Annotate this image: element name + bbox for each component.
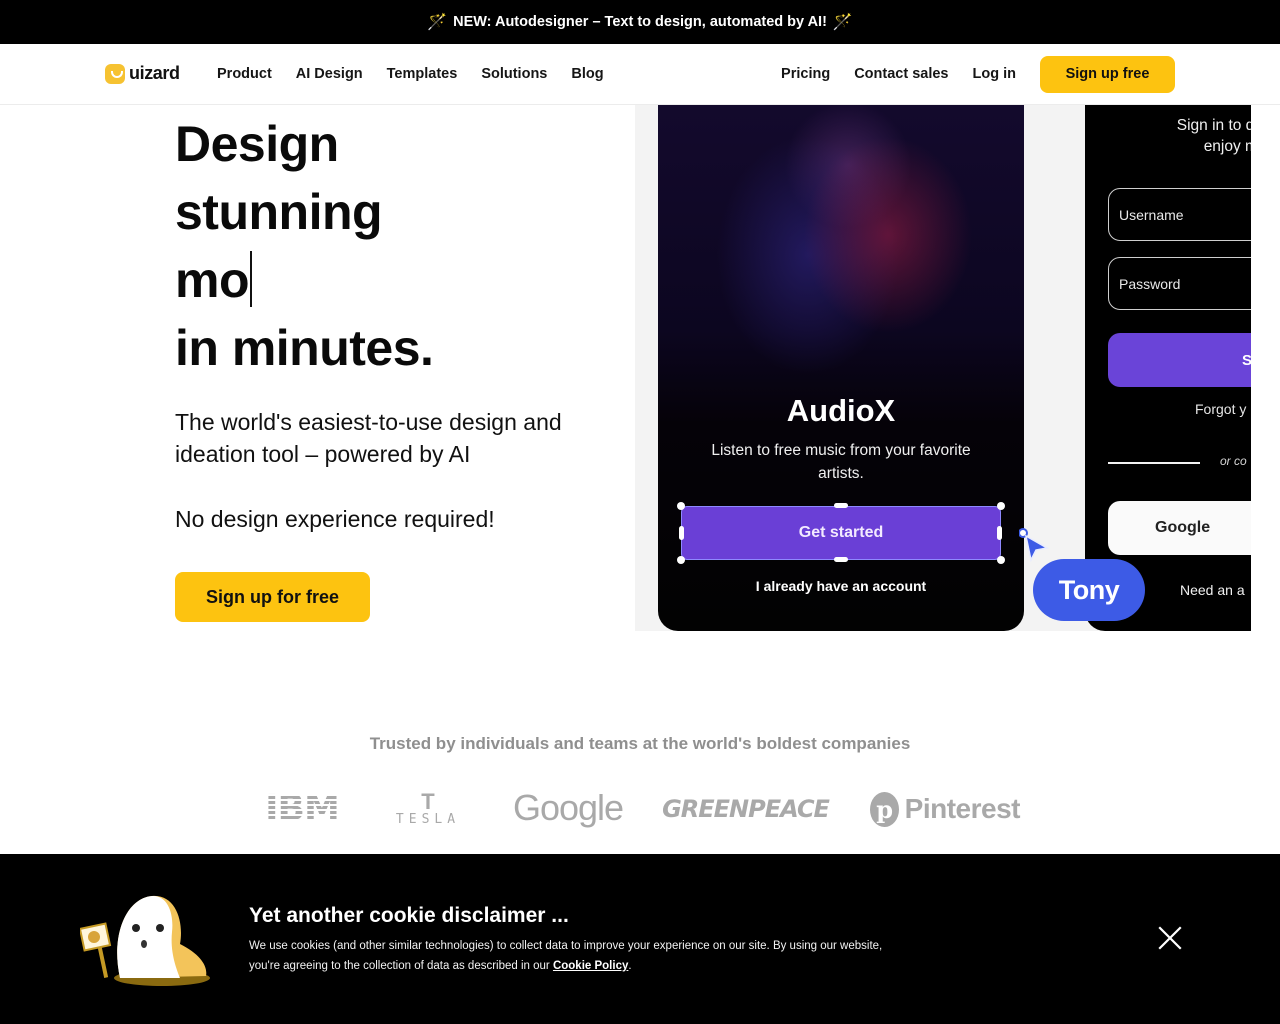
selection-handle[interactable] (997, 502, 1005, 510)
pinterest-logo: p Pinterest (870, 788, 1021, 830)
brand-name: uizard (129, 63, 180, 83)
typing-text: mo (175, 252, 250, 308)
collaborator-cursor-icon (1019, 528, 1050, 562)
nav-ai-design[interactable]: AI Design (296, 66, 363, 82)
hero-title-line: stunning (175, 184, 383, 240)
google-logo: Google (512, 787, 624, 828)
selection-handle[interactable] (679, 526, 684, 540)
magic-wand-icon: 🪄 (832, 14, 853, 31)
close-icon[interactable] (1158, 926, 1182, 950)
hero-title-line-typing: mo (175, 246, 433, 314)
tesla-logo: T TESLA (388, 789, 468, 829)
uizard-smile-icon (105, 63, 125, 84)
magic-wand-icon: 🪄 (427, 14, 448, 31)
mockup-signup-link[interactable]: Need an a (1180, 582, 1245, 598)
selection-handle[interactable] (834, 557, 848, 562)
selection-handle[interactable] (997, 556, 1005, 564)
mockup-get-started-button[interactable]: Get started (681, 506, 1001, 560)
nav-log-in[interactable]: Log in (973, 66, 1017, 82)
ibm-logo: IBM (262, 788, 342, 829)
nav-solutions[interactable]: Solutions (481, 66, 547, 82)
cookie-text-suffix: . (628, 960, 632, 972)
announcement-text: NEW: Autodesigner – Text to design, auto… (453, 14, 827, 30)
product-showcase: AudioX Listen to free music from your fa… (635, 105, 1251, 631)
hero-subtitle-secondary: No design experience required! (175, 506, 495, 532)
nav-pricing[interactable]: Pricing (781, 66, 830, 82)
mockup-password-field[interactable]: Password (1108, 257, 1251, 310)
seal-mascot-icon (80, 895, 210, 986)
company-logos: IBM T TESLA Google GREENPEACE p Pinteres… (0, 785, 1280, 835)
mockup-signin-heading: Sign in to disc enjoy mill (1125, 115, 1251, 157)
mockup-app-description: Listen to free music from your favorite … (711, 442, 971, 482)
text-caret (250, 251, 252, 307)
tesla-t-icon: T (421, 788, 435, 814)
hero-sign-up-button[interactable]: Sign up for free (175, 572, 370, 622)
pinterest-p-icon: p (870, 791, 899, 827)
secondary-nav: Pricing Contact sales Log in Sign up fre… (781, 44, 1175, 104)
pinterest-wordmark: Pinterest (904, 793, 1021, 824)
mockup-forgot-link[interactable]: Forgot y (1195, 401, 1246, 417)
divider-line (1108, 462, 1200, 464)
mockup-signin-button[interactable]: S (1108, 333, 1251, 387)
audiox-mockup: AudioX Listen to free music from your fa… (658, 105, 1024, 631)
nav-templates[interactable]: Templates (387, 66, 458, 82)
greenpeace-logo: GREENPEACE (662, 795, 830, 823)
selection-handle[interactable] (997, 526, 1002, 540)
mockup-app-title: AudioX (786, 393, 896, 428)
heading-line: Sign in to disc (1176, 117, 1251, 134)
cookie-description: We use cookies (and other similar techno… (249, 936, 889, 976)
cookie-banner: Yet another cookie disclaimer ... We use… (0, 854, 1280, 1024)
trusted-by-heading: Trusted by individuals and teams at the … (369, 734, 911, 753)
brand-logo[interactable]: uizard (105, 63, 180, 84)
selection-handle[interactable] (677, 502, 685, 510)
cookie-title: Yet another cookie disclaimer ... (249, 904, 569, 927)
nav-blog[interactable]: Blog (571, 66, 603, 82)
announcement-bar[interactable]: 🪄 NEW: Autodesigner – Text to design, au… (0, 0, 1280, 44)
hero-title-line: in minutes. (175, 320, 434, 376)
hero-title: Design stunning mo in minutes. (175, 110, 434, 382)
tesla-wordmark: TESLA (395, 811, 461, 827)
mockup-google-button[interactable]: Google (1108, 501, 1251, 555)
sign-up-free-button[interactable]: Sign up free (1040, 55, 1175, 93)
nav-product[interactable]: Product (217, 66, 272, 82)
mockup-username-field[interactable]: Username (1108, 188, 1251, 241)
selection-handle[interactable] (677, 556, 685, 564)
selection-handle[interactable] (834, 503, 848, 508)
mockup-login-link[interactable]: I already have an account (658, 578, 1024, 594)
divider-text: or co (1220, 454, 1247, 468)
hero-title-line: Design (175, 116, 339, 172)
hero-subtitle: The world's easiest-to-use design and id… (175, 409, 562, 467)
nav-contact-sales[interactable]: Contact sales (854, 66, 948, 82)
collaborator-badge: Tony (1033, 559, 1145, 621)
cookie-policy-link[interactable]: Cookie Policy (553, 960, 628, 972)
primary-nav: Product AI Design Templates Solutions Bl… (217, 44, 604, 104)
heading-line: enjoy mill (1203, 138, 1251, 155)
top-navigation: uizard Product AI Design Templates Solut… (0, 44, 1280, 105)
signin-mockup: Sign in to disc enjoy mill Username Pass… (1085, 105, 1251, 631)
